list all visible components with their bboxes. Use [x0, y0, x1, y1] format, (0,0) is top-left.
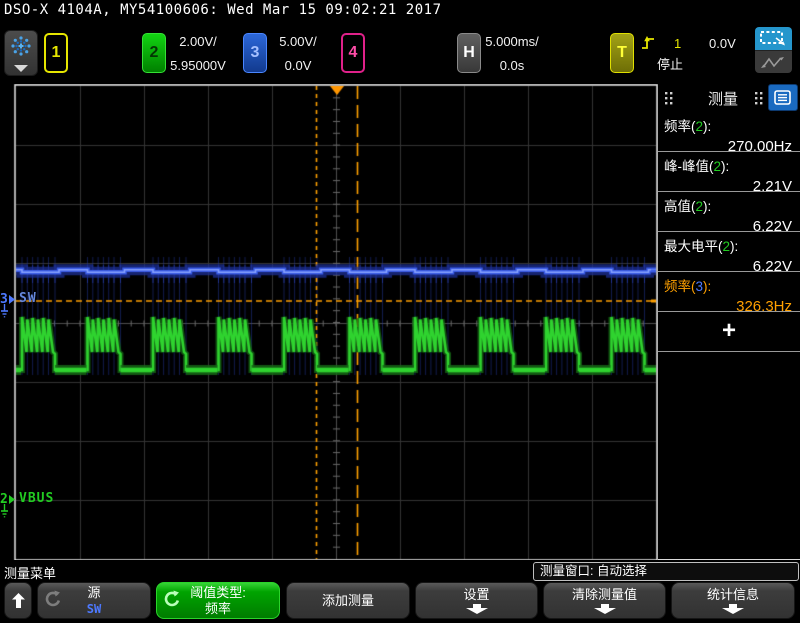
measurement-row[interactable]: 峰-峰值(2): 2.21V [658, 152, 800, 195]
drag-grip-icon[interactable] [665, 92, 673, 105]
trigger-level: 0.0V [709, 36, 736, 51]
measurement-name: 峰-峰值 [664, 159, 709, 174]
timebase-delay: 0.0s [499, 58, 525, 73]
oscilloscope-screen: DSO-X 4104A, MY54100606: Wed Mar 15 09:0… [0, 0, 800, 623]
ch3-offset: 0.0V [284, 58, 312, 73]
spark-logo-icon [11, 36, 31, 56]
measurement-channel: 2 [713, 159, 722, 174]
acquisition-status: 停止 [657, 57, 684, 72]
channel-2-label: VBUS [19, 491, 55, 506]
down-arrow-icon [722, 604, 744, 614]
measurement-name: 最大电平 [664, 239, 718, 254]
trigger-source: 1 [674, 36, 682, 51]
zone-trigger-icon [760, 31, 785, 46]
rising-edge-icon [642, 36, 654, 49]
softkey-clear-measurements[interactable]: 清除测量值 [543, 582, 666, 619]
timebase-scale: 5.000ms/ [485, 34, 539, 49]
measurement-name: 高值 [664, 199, 691, 214]
softkey-statistics[interactable]: 统计信息 [671, 582, 795, 619]
measurement-channel: 3 [695, 279, 704, 294]
list-icon [774, 89, 791, 105]
softkey-source[interactable]: 源 SW [37, 582, 151, 619]
down-arrow-icon [465, 604, 488, 614]
measurement-row[interactable]: 频率(3): 326.3Hz [658, 272, 800, 315]
measurement-channel: 2 [695, 119, 704, 134]
channel-2-button[interactable]: 2 [142, 33, 166, 73]
horizontal-settings: 5.000ms/ 0.0s [481, 34, 543, 74]
drag-grip-icon[interactable] [755, 92, 763, 105]
horizontal-button[interactable]: H [457, 33, 481, 73]
softkey-threshold-type[interactable]: 阈值类型: 频率 [156, 582, 280, 619]
main-menu-button[interactable] [4, 30, 38, 76]
toolbar: 1 2 2.00V/ 5.95000V 3 5.00V/ 0.0V 4 H 5.… [0, 22, 800, 84]
back-button[interactable] [4, 582, 32, 619]
trigger-button[interactable]: T [610, 33, 634, 73]
measurement-list: 频率(2): 270.00Hz 峰-峰值(2): 2.21V 高值(2): 6.… [658, 112, 800, 352]
channel-3-label: SW [19, 291, 37, 306]
measurement-window-info: 测量窗口: 自动选择 [533, 562, 799, 581]
pan-zoom-button[interactable] [755, 50, 792, 73]
add-measurement-button[interactable]: + [658, 312, 800, 352]
measurement-row[interactable]: 最大电平(2): 6.22V [658, 232, 800, 275]
pan-zoom-icon [761, 56, 784, 68]
ch2-offset: 5.95000V [170, 58, 226, 73]
softkey-bar: 测量菜单 测量窗口: 自动选择 源 SW 阈值类型: 频率 添加测量 设置 清除… [0, 560, 800, 623]
channel-3-settings: 5.00V/ 0.0V [267, 34, 329, 74]
measurements-panel-header: 测量 [658, 84, 800, 112]
menu-title: 测量菜单 [4, 566, 57, 581]
up-arrow-icon [11, 593, 25, 608]
zone-trigger-button[interactable] [755, 27, 792, 50]
softkey-source-value: SW [86, 601, 102, 616]
measurement-name: 频率 [664, 279, 691, 294]
knob-icon [45, 590, 61, 607]
ch2-scale: 2.00V/ [179, 34, 217, 49]
softkey-source-label: 源 [87, 584, 101, 600]
measurement-channel: 2 [722, 239, 731, 254]
softkey-threshold-value: 频率 [204, 600, 231, 616]
channel-3-ground-marker[interactable]: 3 [0, 290, 16, 319]
knob-icon [164, 590, 180, 607]
measurement-name: 频率 [664, 119, 691, 134]
softkey-add-measurement[interactable]: 添加测量 [286, 582, 410, 619]
panel-menu-button[interactable] [768, 84, 798, 111]
softkey-settings[interactable]: 设置 [415, 582, 538, 619]
measurement-row[interactable]: 高值(2): 6.22V [658, 192, 800, 235]
ch3-scale: 5.00V/ [279, 34, 317, 49]
channel-1-button[interactable]: 1 [44, 33, 68, 73]
channel-2-ground-marker[interactable]: 2 [0, 490, 16, 519]
chevron-down-icon [14, 65, 28, 72]
softkey-threshold-label: 阈值类型: [190, 584, 246, 600]
measurement-channel: 2 [695, 199, 704, 214]
channel-2-settings: 2.00V/ 5.95000V [167, 34, 229, 74]
waveform-canvas[interactable] [0, 84, 658, 560]
channel-4-button[interactable]: 4 [341, 33, 365, 73]
instrument-id-and-clock: DSO-X 4104A, MY54100606: Wed Mar 15 09:0… [4, 2, 442, 18]
channel-3-button[interactable]: 3 [243, 33, 267, 73]
measurement-row[interactable]: 频率(2): 270.00Hz [658, 112, 800, 155]
scope-display-area: 3 SW 2 VBUS 测量 频率(2): 270.00Hz 峰-峰值(2): … [0, 84, 800, 560]
panel-title: 测量 [707, 91, 738, 108]
down-arrow-icon [593, 604, 616, 614]
measurements-panel: 测量 频率(2): 270.00Hz 峰-峰值(2): 2.21V 高值(2):… [658, 84, 800, 560]
